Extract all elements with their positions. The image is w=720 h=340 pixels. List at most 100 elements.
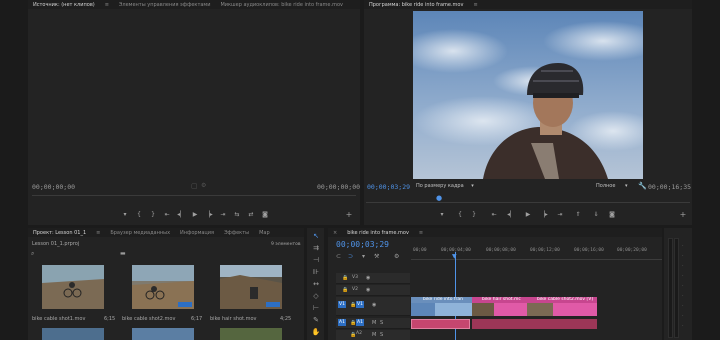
snap-icon[interactable]: ⊂ [336,253,341,260]
linked-selection-icon[interactable]: ⊃ [348,253,353,260]
program-scrubber[interactable]: ● [366,195,690,203]
lock-icon[interactable]: 🔒 [342,287,348,293]
timeline-settings-icon[interactable]: ⚙ [394,253,399,260]
close-icon[interactable]: × [328,230,342,236]
mute-icon[interactable]: M [372,320,376,326]
panel-menu-icon[interactable]: ≡ [91,230,105,236]
video-clip[interactable]: bike hair shot.mc [472,297,527,316]
track-header-v2[interactable]: 🔒 V2 ◉ [336,285,410,296]
selection-tool-icon[interactable]: ↖ [311,232,321,241]
add-button-icon[interactable]: + [344,211,354,219]
rate-stretch-tool-icon[interactable]: ↔ [311,280,321,289]
step-forward-icon[interactable]: ▕▸ [204,211,214,219]
clip-thumbnail [527,303,553,316]
add-marker-icon[interactable]: ▾ [437,211,447,219]
settings-icon[interactable]: ⚙ [201,182,206,189]
track-header-a1[interactable]: A1 🔒 A1 M S [336,318,410,329]
play-icon[interactable]: ▶ [523,211,533,219]
program-timecode[interactable]: 00;00;03;29 [367,183,410,191]
tab-info[interactable]: Информация [175,230,219,236]
thumbnail-row2-3[interactable] [220,328,282,340]
thumbnail-row2-1[interactable] [42,328,104,340]
tab-project[interactable]: Проект: Lesson 01_1 [28,230,91,236]
solo-icon[interactable]: S [380,332,383,338]
go-to-out-icon[interactable]: ⇥ [555,211,565,219]
step-back-icon[interactable]: ◂▏ [176,211,186,219]
track-select-tool-icon[interactable]: ⇉ [311,244,321,253]
new-bin-icon[interactable]: ▬ [120,250,126,257]
add-marker-icon[interactable]: ▾ [120,211,130,219]
safe-margins-icon[interactable]: ▢ [191,182,198,190]
wrench-icon[interactable]: 🔧 [638,182,647,190]
fit-dropdown[interactable]: По размеру кадра ▾ [416,183,474,189]
step-back-icon[interactable]: ◂▏ [506,211,516,219]
tools-panel: ↖ ⇉ ⊣ ⊪ ↔ ◇ ⊢ ✎ ✋ [307,228,324,340]
go-to-in-icon[interactable]: ⇤ [489,211,499,219]
wrench-icon[interactable]: ⚒ [374,253,379,260]
quality-dropdown[interactable]: Полное ▾ [596,183,628,189]
tab-markers[interactable]: Мар [254,230,275,236]
audio-clip[interactable] [472,319,597,329]
razor-tool-icon[interactable]: ◇ [311,292,321,301]
play-icon[interactable]: ▶ [190,211,200,219]
source-timecode-left[interactable]: 00;00;00;00 [32,183,75,191]
go-to-out-icon[interactable]: ⇥ [218,211,228,219]
panel-menu-icon[interactable]: ≡ [468,2,482,8]
track-header-a2[interactable]: 🔒 A2 M S [336,330,410,340]
tab-source[interactable]: Источник: (нет клипов) [28,2,100,8]
timeline-timecode[interactable]: 00;00;03;29 [336,240,389,249]
track-header-v3[interactable]: 🔒 V3 ◉ [336,273,410,284]
go-to-in-icon[interactable]: ⇤ [162,211,172,219]
thumbnail-bike-hair-shot[interactable] [220,265,282,309]
tab-effect-controls[interactable]: Элементы управления эффектами [114,2,216,8]
chevron-down-icon: ▾ [625,183,628,189]
close-icon[interactable]: ≡ [100,2,114,8]
hand-tool-icon[interactable]: ✋ [311,328,321,337]
export-frame-icon[interactable]: ◙ [260,211,270,219]
track-header-v1[interactable]: V1 🔒 V1 ◉ [336,297,410,316]
time-ruler[interactable] [411,256,662,260]
panel-menu-icon[interactable]: ≡ [414,230,428,236]
slip-tool-icon[interactable]: ⊢ [311,304,321,313]
video-clip[interactable]: bike cable shot2.mov [V] [527,297,597,316]
add-button-icon[interactable]: + [678,211,688,219]
audio-clip[interactable] [411,319,470,329]
playhead-icon[interactable]: ▼ [452,253,457,260]
source-patch-v1[interactable]: V1 [338,301,346,308]
rolling-edit-tool-icon[interactable]: ⊪ [311,268,321,277]
tab-effects[interactable]: Эффекты [219,230,254,236]
eye-icon[interactable]: ◉ [366,287,370,293]
eye-icon[interactable]: ◉ [366,275,370,281]
tab-sequence[interactable]: bike ride into frame.mov [342,230,414,236]
mark-out-icon[interactable]: } [469,211,479,219]
video-clip[interactable]: bike ride into fran [411,297,472,316]
mark-in-icon[interactable]: { [134,211,144,219]
search-icon[interactable]: ⌕ [31,250,34,258]
source-scrubber[interactable] [32,195,356,196]
tab-program[interactable]: Программа: bike ride into frame.mov [364,2,468,8]
mark-out-icon[interactable]: } [148,211,158,219]
export-frame-icon[interactable]: ◙ [607,211,617,219]
lift-icon[interactable]: ⇑ [573,211,583,219]
lock-icon[interactable]: 🔒 [342,275,348,281]
insert-icon[interactable]: ⇆ [232,211,242,219]
extract-icon[interactable]: ⇓ [591,211,601,219]
solo-icon[interactable]: S [380,320,383,326]
overwrite-icon[interactable]: ⇄ [246,211,256,219]
tab-media-browser[interactable]: Браузер медиаданных [105,230,175,236]
pen-tool-icon[interactable]: ✎ [311,316,321,325]
add-marker-icon[interactable]: ▾ [362,253,365,260]
thumbnail-bike-cable-shot1[interactable] [42,265,104,309]
step-forward-icon[interactable]: ▕▸ [539,211,549,219]
mark-in-icon[interactable]: { [455,211,465,219]
ruler-label: 00;00;20;00 [617,248,647,253]
thumbnail-row2-2[interactable] [132,328,194,340]
ripple-edit-tool-icon[interactable]: ⊣ [311,256,321,265]
source-patch-a1[interactable]: A1 [338,319,346,326]
playhead-icon[interactable]: ● [436,195,442,202]
fit-dropdown-label: По размеру кадра [416,183,464,189]
eye-icon[interactable]: ◉ [372,302,376,308]
mute-icon[interactable]: M [372,332,376,338]
tab-audio-clip-mixer[interactable]: Микшер аудиоклипов: bike ride into frame… [215,2,348,8]
thumbnail-bike-cable-shot2[interactable] [132,265,194,309]
